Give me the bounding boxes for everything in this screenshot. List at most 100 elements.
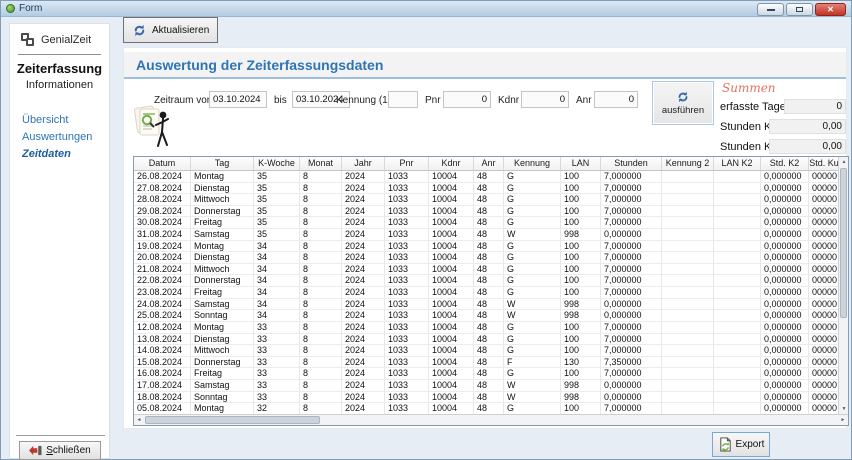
- table-cell: G: [504, 183, 561, 194]
- zeitraum-von-input[interactable]: [209, 91, 267, 108]
- window-titlebar[interactable]: Form: [1, 1, 851, 17]
- table-cell: 10004: [429, 194, 474, 205]
- maximize-button[interactable]: [786, 3, 813, 16]
- horizontal-scrollbar[interactable]: ◄ ►: [134, 414, 848, 425]
- table-row[interactable]: 14.08.2024Mittwoch338202410331000448G100…: [134, 345, 838, 357]
- vertical-scrollbar[interactable]: ▲ ▼: [838, 157, 848, 414]
- column-header-kennung-2[interactable]: Kennung 2: [662, 157, 714, 170]
- column-header-pnr[interactable]: Pnr: [385, 157, 429, 170]
- table-cell: 998: [561, 310, 601, 321]
- table-row[interactable]: 31.08.2024Samstag358202410331000448W9980…: [134, 229, 838, 241]
- scroll-down-arrow[interactable]: ▼: [839, 404, 849, 414]
- pnr-input[interactable]: [443, 91, 491, 108]
- table-cell: 2024: [342, 380, 385, 391]
- table-cell: W: [504, 299, 561, 310]
- table-cell: 100: [561, 241, 601, 252]
- column-header-k-woche[interactable]: K-Woche: [254, 157, 300, 170]
- table-row[interactable]: 22.08.2024Donnerstag348202410331000448G1…: [134, 275, 838, 287]
- table-cell: 10004: [429, 252, 474, 263]
- table-row[interactable]: 28.08.2024Mittwoch358202410331000448G100…: [134, 194, 838, 206]
- horizontal-scrollbar-thumb[interactable]: [145, 416, 320, 424]
- kdnr-input[interactable]: [521, 91, 569, 108]
- aktualisieren-button[interactable]: Aktualisieren: [123, 17, 218, 43]
- table-row[interactable]: 30.08.2024Freitag358202410331000448G1007…: [134, 217, 838, 229]
- column-header-jahr[interactable]: Jahr: [342, 157, 385, 170]
- table-cell: 0,000000: [761, 310, 809, 321]
- column-header-lan[interactable]: LAN: [561, 157, 601, 170]
- column-header-datum[interactable]: Datum: [134, 157, 191, 170]
- anr-input[interactable]: [594, 91, 638, 108]
- table-row[interactable]: 12.08.2024Montag338202410331000448G1007,…: [134, 322, 838, 334]
- kennung-input[interactable]: [388, 91, 418, 108]
- table-cell: 00000: [809, 299, 838, 310]
- table-row[interactable]: 20.08.2024Dienstag348202410331000448G100…: [134, 252, 838, 264]
- table-cell: 00000: [809, 345, 838, 356]
- table-cell: 1033: [385, 194, 429, 205]
- pnr-label: Pnr: [425, 95, 441, 106]
- table-cell: 48: [474, 392, 504, 403]
- schliessen-button[interactable]: Schließen: [19, 441, 101, 460]
- export-button[interactable]: Export: [712, 432, 770, 457]
- ausfuehren-button[interactable]: ausführen: [652, 81, 714, 125]
- table-cell: Donnerstag: [191, 275, 254, 286]
- table-cell: [714, 322, 761, 333]
- scroll-left-arrow[interactable]: ◄: [134, 415, 144, 425]
- table-cell: Montag: [191, 322, 254, 333]
- window-title: Form: [19, 3, 42, 14]
- table-cell: 00000: [809, 392, 838, 403]
- table-row[interactable]: 24.08.2024Samstag348202410331000448W9980…: [134, 299, 838, 311]
- table-cell: 2024: [342, 299, 385, 310]
- table-row[interactable]: 15.08.2024Donnerstag338202410331000448F1…: [134, 357, 838, 369]
- table-row[interactable]: 29.08.2024Donnerstag358202410331000448G1…: [134, 206, 838, 218]
- scroll-up-arrow[interactable]: ▲: [839, 157, 849, 167]
- table-row[interactable]: 16.08.2024Freitag338202410331000448G1007…: [134, 368, 838, 380]
- table-cell: 29.08.2024: [134, 206, 191, 217]
- close-window-button[interactable]: ✕: [815, 3, 846, 16]
- minimize-button[interactable]: [757, 3, 784, 16]
- table-cell: 7,000000: [601, 287, 662, 298]
- column-header-std-ku[interactable]: Std. Ku: [809, 157, 840, 170]
- table-row[interactable]: 17.08.2024Samstag338202410331000448W9980…: [134, 380, 838, 392]
- sidebar-section-title: Zeiterfassung: [10, 61, 109, 76]
- table-cell: 48: [474, 275, 504, 286]
- sidebar-item-auswertungen[interactable]: Auswertungen: [22, 132, 109, 142]
- table-row[interactable]: 21.08.2024Mittwoch348202410331000448G100…: [134, 264, 838, 276]
- column-header-kdnr[interactable]: Kdnr: [429, 157, 474, 170]
- table-cell: [662, 194, 714, 205]
- table-row[interactable]: 27.08.2024Dienstag358202410331000448G100…: [134, 183, 838, 195]
- table-row[interactable]: 23.08.2024Freitag348202410331000448G1007…: [134, 287, 838, 299]
- table-row[interactable]: 18.08.2024Sonntag338202410331000448W9980…: [134, 392, 838, 404]
- table-cell: [662, 310, 714, 321]
- column-header-kennung[interactable]: Kennung: [504, 157, 561, 170]
- table-cell: 8: [300, 194, 342, 205]
- table-cell: W: [504, 392, 561, 403]
- scroll-right-arrow[interactable]: ►: [838, 415, 848, 425]
- table-row[interactable]: 13.08.2024Dienstag338202410331000448G100…: [134, 334, 838, 346]
- table-cell: 2024: [342, 334, 385, 345]
- sidebar-item-übersicht[interactable]: Übersicht: [22, 115, 109, 125]
- table-cell: [662, 241, 714, 252]
- table-cell: 28.08.2024: [134, 194, 191, 205]
- sidebar-bottom-divider: [16, 435, 105, 436]
- table-row[interactable]: 05.08.2024Montag328202410331000448G1007,…: [134, 403, 838, 414]
- column-header-anr[interactable]: Anr: [474, 157, 504, 170]
- table-row[interactable]: 19.08.2024Montag348202410331000448G1007,…: [134, 241, 838, 253]
- table-cell: 2024: [342, 171, 385, 182]
- column-header-monat[interactable]: Monat: [300, 157, 342, 170]
- column-header-tag[interactable]: Tag: [191, 157, 254, 170]
- table-row[interactable]: 26.08.2024Montag358202410331000448G1007,…: [134, 171, 838, 183]
- sidebar-item-zeitdaten[interactable]: Zeitdaten: [22, 149, 109, 159]
- table-cell: G: [504, 334, 561, 345]
- table-row[interactable]: 25.08.2024Sonntag348202410331000448W9980…: [134, 310, 838, 322]
- table-cell: 8: [300, 310, 342, 321]
- column-header-std-k2[interactable]: Std. K2: [761, 157, 809, 170]
- vertical-scrollbar-thumb[interactable]: [840, 168, 847, 318]
- column-header-stunden[interactable]: Stunden: [601, 157, 662, 170]
- table-cell: 10004: [429, 310, 474, 321]
- table-cell: [662, 275, 714, 286]
- table-cell: 20.08.2024: [134, 252, 191, 263]
- table-cell: 0,000000: [761, 241, 809, 252]
- column-header-lan-k2[interactable]: LAN K2: [714, 157, 761, 170]
- table-cell: 34: [254, 252, 300, 263]
- table-cell: 34: [254, 241, 300, 252]
